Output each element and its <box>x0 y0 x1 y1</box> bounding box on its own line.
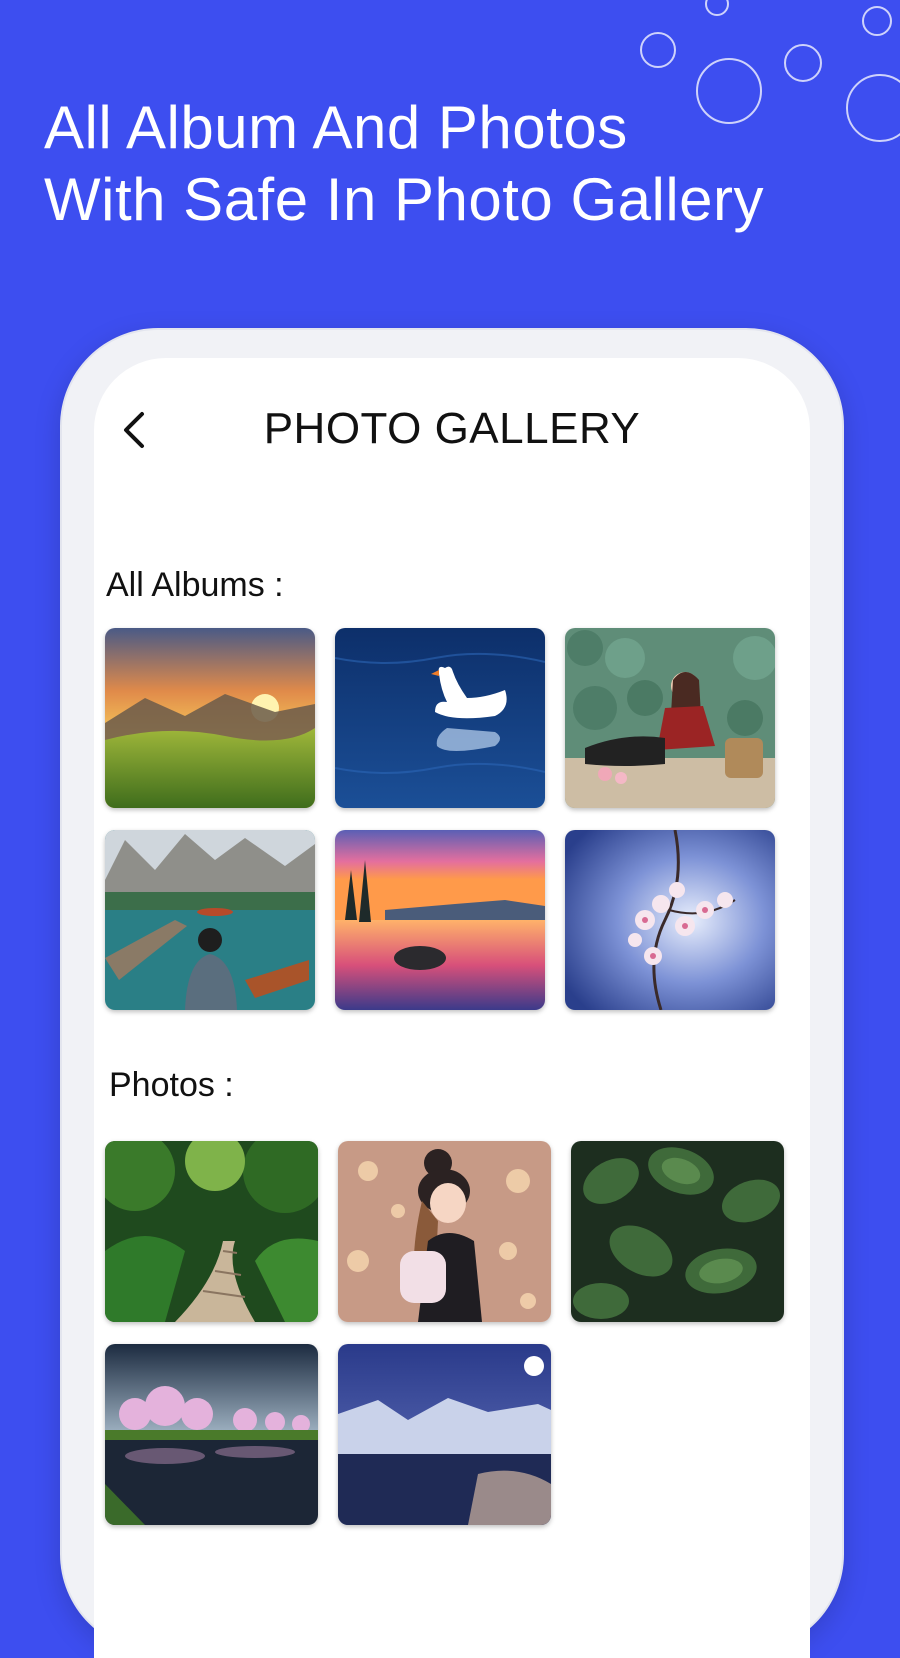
swan-image <box>335 628 545 808</box>
photo-thumbnail[interactable] <box>105 1344 318 1525</box>
green-leaves-image <box>571 1141 784 1322</box>
mountain-lake-dock-image <box>105 830 315 1010</box>
forest-path-image <box>105 1141 318 1322</box>
app-top-bar: PHOTO GALLERY <box>94 358 810 488</box>
decorative-bubble <box>705 0 729 16</box>
album-thumbnail[interactable] <box>105 628 315 808</box>
page-title: PHOTO GALLERY <box>263 404 641 453</box>
pink-sunset-lake-image <box>335 830 545 1010</box>
photo-thumbnail[interactable] <box>338 1141 551 1322</box>
albums-section-title: All Albums : <box>106 566 284 604</box>
snowy-mountain-night-image <box>338 1344 551 1525</box>
decorative-bubble <box>846 74 900 142</box>
promo-headline: All Album And Photos With Safe In Photo … <box>44 92 764 236</box>
mountain-sunset-image <box>105 628 315 808</box>
photo-thumbnail[interactable] <box>338 1344 551 1525</box>
album-thumbnail[interactable] <box>335 628 545 808</box>
cherry-blossom-image <box>565 830 775 1010</box>
illustrated-girl-image <box>338 1141 551 1322</box>
pink-trees-lake-image <box>105 1344 318 1525</box>
album-thumbnail[interactable] <box>335 830 545 1010</box>
album-thumbnail[interactable] <box>105 830 315 1010</box>
woman-lotus-image <box>565 628 775 808</box>
albums-grid <box>105 628 775 1010</box>
photo-thumbnail[interactable] <box>571 1141 784 1322</box>
photos-grid <box>105 1141 784 1525</box>
decorative-bubble <box>862 6 892 36</box>
photo-thumbnail[interactable] <box>105 1141 318 1322</box>
app-screen: PHOTO GALLERY All Albums : Photos: <box>94 358 810 1658</box>
album-thumbnail[interactable] <box>565 830 775 1010</box>
promo-headline-line-1: All Album And Photos <box>44 94 628 161</box>
photos-section-title: Photos : <box>109 1066 234 1104</box>
promo-headline-line-2: With Safe In Photo Gallery <box>44 166 764 233</box>
decorative-bubble <box>784 44 822 82</box>
album-thumbnail[interactable] <box>565 628 775 808</box>
decorative-bubble <box>640 32 676 68</box>
